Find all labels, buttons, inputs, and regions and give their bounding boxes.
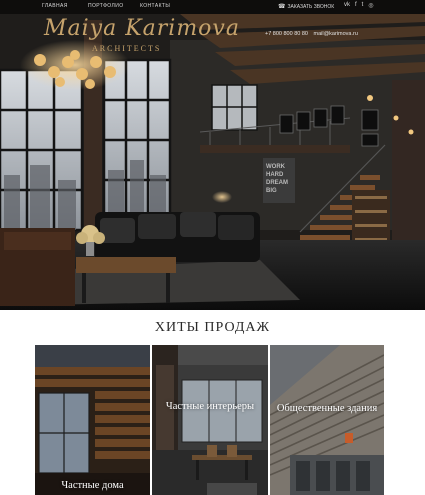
- logo-subtitle: ARCHITECTS: [92, 44, 162, 53]
- tile-label: Частные интерьеры: [165, 401, 255, 412]
- public-buildings-image: [270, 345, 384, 495]
- facebook-icon[interactable]: f: [355, 2, 357, 9]
- instagram-icon[interactable]: ◎: [368, 2, 373, 9]
- tile-private-interiors[interactable]: Частные интерьеры: [152, 345, 268, 495]
- hero-loft-image: WORK HARD DREAM BIG: [0, 0, 425, 310]
- header-contact: +7 800 800 80 80 mail@karimova.ru: [265, 31, 362, 37]
- vk-icon[interactable]: vk: [344, 2, 350, 9]
- top-nav-bar: ГЛАВНАЯ ПОРТФОЛИО КОНТАКТЫ ☎ ЗАКАЗАТЬ ЗВО…: [0, 0, 425, 14]
- nav-item-contacts[interactable]: КОНТАКТЫ: [140, 3, 170, 9]
- tile-private-houses[interactable]: Частные дома: [35, 345, 150, 495]
- private-houses-image: [35, 345, 150, 495]
- svg-text:WORK: WORK: [266, 164, 286, 170]
- hero-banner: WORK HARD DREAM BIG ГЛАВНАЯ ПОРТФОЛИО КО…: [0, 0, 425, 310]
- tile-label: Общественные здания: [276, 403, 378, 414]
- logo-name: Maiya Karimova: [44, 16, 240, 41]
- section-title: ХИТЫ ПРОДАЖ: [154, 320, 271, 335]
- tile-label: Частные дома: [61, 480, 124, 491]
- logo[interactable]: Maiya Karimova ARCHITECTS: [44, 16, 240, 53]
- nav-item-home[interactable]: ГЛАВНАЯ: [42, 3, 68, 9]
- callback-link[interactable]: ☎ ЗАКАЗАТЬ ЗВОНОК: [278, 3, 334, 10]
- callback-label: ЗАКАЗАТЬ ЗВОНОК: [287, 4, 335, 10]
- phone-number[interactable]: +7 800 800 80 80: [265, 31, 308, 37]
- email-link[interactable]: mail@karimova.ru: [314, 31, 358, 37]
- phone-icon: ☎: [278, 4, 286, 10]
- twitter-icon[interactable]: t: [362, 2, 364, 9]
- svg-text:HARD: HARD: [266, 172, 284, 178]
- svg-text:DREAM: DREAM: [266, 180, 288, 186]
- social-links: vk f t ◎: [344, 2, 374, 9]
- nav-item-portfolio[interactable]: ПОРТФОЛИО: [88, 3, 123, 9]
- svg-text:BIG: BIG: [266, 188, 277, 194]
- tile-public-buildings[interactable]: Общественные здания: [270, 345, 384, 495]
- private-interiors-image: [152, 345, 268, 495]
